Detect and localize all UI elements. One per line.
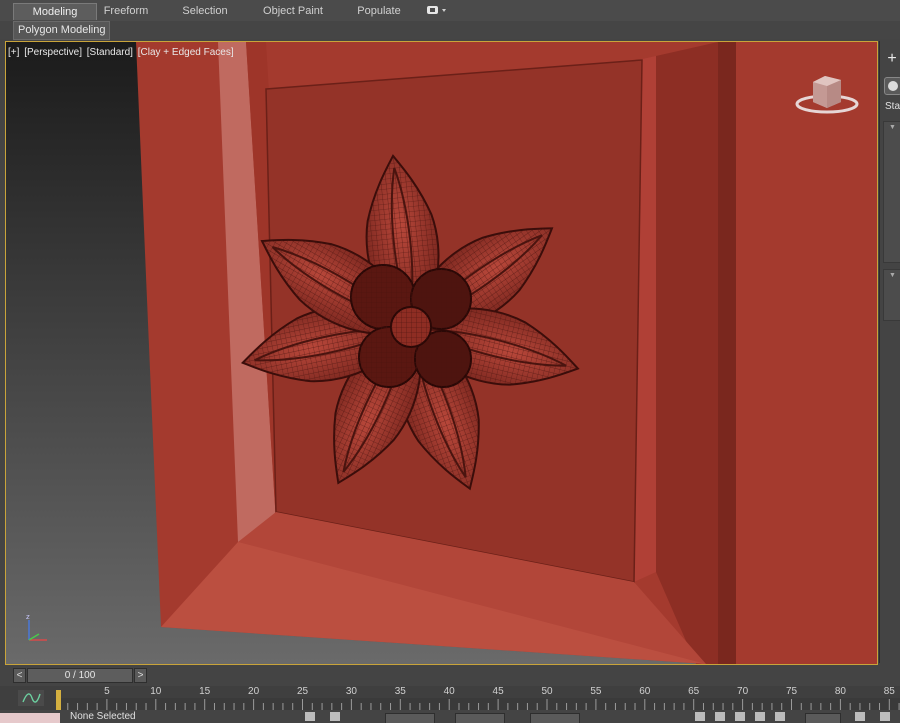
frame-number-label: 35 — [394, 686, 406, 697]
frame-number-label: 85 — [883, 686, 895, 697]
frame-number-label: 20 — [248, 686, 260, 697]
time-slider-bar: < 0 / 100 > — [0, 665, 900, 686]
go-to-start-icon[interactable] — [695, 712, 705, 721]
frame-number-label: 60 — [639, 686, 651, 697]
viewport-label-menu[interactable]: [+] [Perspective] [Standard] [Clay + Edg… — [8, 47, 236, 58]
command-panel: + Sta ▼ ▼ — [879, 41, 900, 663]
z-coordinate-field[interactable] — [530, 713, 580, 723]
status-bar: None Selected — [0, 710, 900, 723]
frame-number-label: 30 — [345, 686, 357, 697]
polygon-modeling-button[interactable]: Polygon Modeling — [13, 21, 111, 40]
tab-populate[interactable]: Populate — [348, 3, 410, 19]
viewport-standard-menu[interactable]: [Standard] — [87, 47, 133, 58]
viewport-general-menu[interactable]: [+] — [8, 47, 19, 58]
timeline-ticks — [56, 690, 900, 710]
rollout-arrow-icon: ▼ — [889, 124, 896, 131]
y-coordinate-field[interactable] — [455, 713, 505, 723]
frame-number-label: 55 — [590, 686, 602, 697]
frame-number-label: 50 — [541, 686, 553, 697]
perspective-viewport[interactable]: [+] [Perspective] [Standard] [Clay + Edg… — [5, 41, 878, 665]
viewport-shading-menu[interactable]: [Clay + Edged Faces] — [138, 47, 234, 58]
lock-icon[interactable] — [305, 712, 315, 721]
key-mode-icon[interactable] — [880, 712, 890, 721]
play-icon[interactable] — [735, 712, 745, 721]
rollout-arrow-icon: ▼ — [889, 272, 896, 279]
viewcube-icon[interactable] — [795, 74, 859, 118]
rollout-object-type[interactable]: ▼ — [883, 121, 900, 263]
selection-status-text: None Selected — [70, 711, 136, 722]
status-color-swatch — [0, 713, 60, 723]
frame-number-label: 25 — [296, 686, 309, 697]
tab-object-paint[interactable]: Object Paint — [255, 3, 331, 19]
x-coordinate-field[interactable] — [385, 713, 435, 723]
frame-number-label: 65 — [688, 686, 700, 697]
time-slider-next-button[interactable]: > — [134, 668, 147, 683]
timeline-track[interactable]: 5 10 15 20 25 30 35 40 45 50 55 60 65 70 75 80 85 — [56, 686, 900, 710]
tab-modeling[interactable]: Modeling — [13, 3, 97, 20]
frame-number-label: 40 — [443, 686, 455, 697]
ribbon-tab-bar: Modeling Freeform Selection Object Paint… — [0, 0, 900, 22]
track-bar: 5 10 15 20 25 30 35 40 45 50 55 60 65 70 75 80 85 — [0, 686, 900, 710]
transform-mode-icon[interactable] — [330, 712, 340, 721]
tab-selection[interactable]: Selection — [170, 3, 240, 19]
frame-number-label: 15 — [199, 686, 211, 697]
object-type-dropdown[interactable]: Sta — [885, 101, 900, 112]
svg-text:z: z — [26, 613, 30, 621]
frame-number-label: 70 — [737, 686, 749, 697]
ribbon-panel-bar: Polygon Modeling — [0, 21, 900, 40]
frame-number-label: 10 — [150, 686, 162, 697]
previous-frame-icon[interactable] — [715, 712, 725, 721]
mini-curve-editor-icon[interactable] — [18, 690, 44, 706]
camera-dropdown-icon[interactable] — [427, 5, 447, 16]
sphere-icon[interactable] — [884, 77, 900, 95]
frame-number-label: 45 — [492, 686, 504, 697]
time-slider-prev-button[interactable]: < — [13, 668, 26, 683]
current-frame-field[interactable] — [805, 713, 841, 723]
next-frame-icon[interactable] — [755, 712, 765, 721]
time-slider[interactable]: 0 / 100 — [27, 668, 133, 683]
axis-tripod-icon: z — [26, 613, 47, 641]
frame-number-label: 75 — [785, 686, 798, 697]
rollout-name-and-color[interactable]: ▼ — [883, 269, 900, 321]
go-to-end-icon[interactable] — [775, 712, 785, 721]
frame-number-label: 5 — [104, 686, 110, 697]
time-cursor[interactable] — [56, 690, 61, 710]
time-configuration-icon[interactable] — [855, 712, 865, 721]
frame-number-label: 80 — [834, 686, 846, 697]
viewport-point-of-view-menu[interactable]: [Perspective] — [24, 47, 82, 58]
tab-freeform[interactable]: Freeform — [96, 3, 156, 19]
plus-icon[interactable]: + — [884, 51, 900, 67]
viewport-scene[interactable] — [6, 42, 877, 664]
